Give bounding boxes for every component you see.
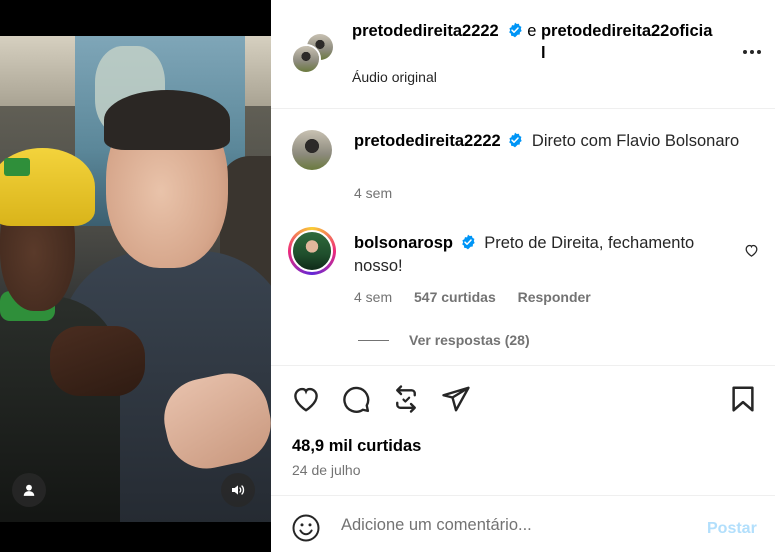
like-heart-icon[interactable] <box>291 384 321 414</box>
comment-likes[interactable]: 547 curtidas <box>414 289 496 305</box>
video-panel[interactable] <box>0 0 271 552</box>
collab-conjunction: e <box>527 22 537 40</box>
original-audio-link[interactable]: Áudio original <box>352 69 437 85</box>
post-comment-button[interactable]: Postar <box>707 520 757 538</box>
comment-time: 4 sem <box>354 289 393 305</box>
verified-badge-icon <box>509 132 522 148</box>
comment-meta: 4 sem 547 curtidas Responder <box>354 289 591 305</box>
reply-button[interactable]: Responder <box>518 289 591 305</box>
post-date[interactable]: 24 de julho <box>292 462 361 478</box>
brazil-flag-patch <box>4 158 30 176</box>
caption-body: Direto com Flavio Bolsonaro <box>531 132 740 150</box>
view-replies-button[interactable]: Ver respostas (28) <box>358 332 530 348</box>
boy-hand <box>50 326 145 396</box>
like-comment-heart-icon[interactable] <box>744 243 759 258</box>
add-comment-bar: Postar <box>271 495 775 552</box>
action-bar: 48,9 mil curtidas 24 de julho <box>271 365 775 495</box>
user-icon <box>23 484 35 496</box>
speaker-icon <box>232 485 245 495</box>
replies-divider <box>358 339 389 341</box>
author-names: pretodedireita2222 e pretodedireita22ofi… <box>352 20 722 64</box>
repost-icon[interactable] <box>391 384 421 414</box>
video-frame[interactable] <box>0 36 271 522</box>
caption-time: 4 sem <box>354 185 393 201</box>
mute-toggle-button[interactable] <box>221 473 255 507</box>
caption-username[interactable]: pretodedireita2222 <box>354 132 501 150</box>
man-hair <box>104 90 230 150</box>
post-details-panel: pretodedireita2222 e pretodedireita22ofi… <box>271 0 775 552</box>
comment-bubble-icon[interactable] <box>341 384 371 414</box>
post-likes-count[interactable]: 48,9 mil curtidas <box>292 437 421 456</box>
verified-badge-icon <box>507 22 523 44</box>
emoji-icon[interactable] <box>291 513 321 543</box>
author-avatar[interactable] <box>291 44 321 74</box>
more-options-icon[interactable] <box>737 44 767 60</box>
caption-author-avatar[interactable] <box>292 130 332 170</box>
save-bookmark-icon[interactable] <box>728 384 758 414</box>
view-replies-label[interactable]: Ver respostas (28) <box>409 332 530 348</box>
author-username[interactable]: pretodedireita2222 <box>352 20 502 42</box>
comment-input[interactable] <box>341 513 681 537</box>
verified-badge-icon <box>461 234 475 250</box>
commenter-username[interactable]: bolsonarosp <box>354 234 453 252</box>
share-paper-plane-icon[interactable] <box>441 384 471 414</box>
caption-text: pretodedireita2222 Direto com Flavio Bol… <box>354 130 744 153</box>
post-header: pretodedireita2222 e pretodedireita22ofi… <box>271 0 775 109</box>
tagged-users-button[interactable] <box>12 473 46 507</box>
comment-text: bolsonarosp Preto de Direita, fechamento… <box>354 232 734 278</box>
commenter-avatar[interactable] <box>288 227 336 275</box>
collaborator-username[interactable]: pretodedireita22oficial <box>541 20 713 64</box>
